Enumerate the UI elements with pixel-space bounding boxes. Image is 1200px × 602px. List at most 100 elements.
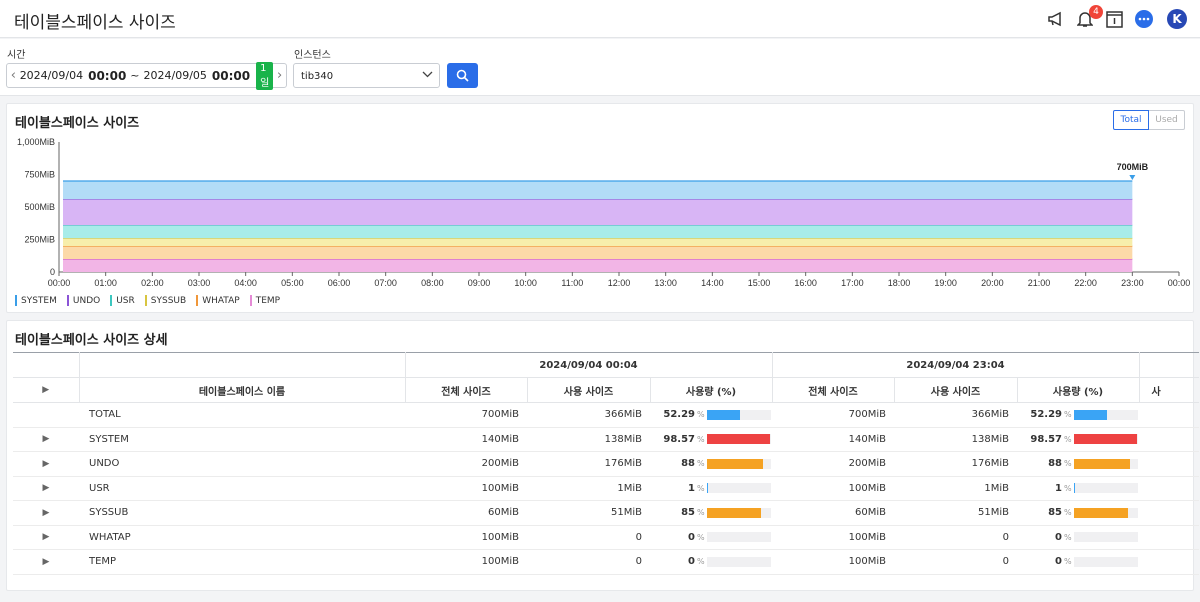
x-tick-label: 15:00 xyxy=(748,278,771,288)
tablespace-name: TOTAL xyxy=(79,402,405,428)
col-header[interactable]: 사용량 (%) xyxy=(649,377,772,403)
usage-value: 52.29 xyxy=(1030,409,1062,421)
col-header[interactable]: 전체 사이즈 xyxy=(771,377,894,403)
x-tick-label: 16:00 xyxy=(794,278,817,288)
total-size: 140MiB xyxy=(405,427,527,452)
x-tick-label: 03:00 xyxy=(188,278,211,288)
usage-bar xyxy=(1073,434,1138,445)
usage-bar-fill xyxy=(706,409,741,420)
col-header[interactable]: 사용 사이즈 xyxy=(893,377,1017,403)
overflow-cell xyxy=(1139,402,1199,428)
usage-cell: 88 % xyxy=(1017,458,1139,469)
y-tick-label: 0 xyxy=(50,267,55,277)
usage-bar xyxy=(1073,458,1138,469)
expand-row-icon[interactable]: ▶ xyxy=(13,525,79,550)
table-row[interactable]: ▶ USR 100MiB 1MiB 1 % 100MiB 1MiB 1 % xyxy=(13,476,1199,501)
used-size: 0 xyxy=(894,549,1017,575)
x-tick-label: 17:00 xyxy=(841,278,864,288)
used-size: 0 xyxy=(527,549,650,575)
time-label: 시간 xyxy=(7,50,26,61)
table-row[interactable]: ▶ SYSSUB 60MiB 51MiB 85 % 60MiB 51MiB 85… xyxy=(13,500,1199,526)
usage-value: 98.57 xyxy=(1030,433,1062,445)
expand-all-icon[interactable]: ▶ xyxy=(13,377,79,403)
instance-value: tib340 xyxy=(301,71,334,82)
percent-unit: % xyxy=(1064,434,1072,444)
usage-value: 88 xyxy=(681,458,695,470)
time-range-picker[interactable]: ‹ 2024/09/04 00:00 ~ 2024/09/05 00:00 1일… xyxy=(6,61,287,90)
percent-unit: % xyxy=(697,557,705,567)
expand-row-icon[interactable]: ▶ xyxy=(13,549,79,575)
total-size: 200MiB xyxy=(405,451,527,477)
tablespace-detail-table: 2024/09/04 00:04 2024/09/04 23:04 ▶ 테이블스… xyxy=(13,352,1199,575)
percent-unit: % xyxy=(1064,557,1072,567)
search-button[interactable] xyxy=(447,63,478,88)
x-tick-label: 19:00 xyxy=(934,278,957,288)
range-badge[interactable]: 1일 xyxy=(256,61,274,90)
group-header-empty xyxy=(78,352,405,378)
legend-item-usr[interactable]: USR xyxy=(110,295,135,306)
legend-item-temp[interactable]: TEMP xyxy=(249,295,280,306)
usage-bar xyxy=(706,556,771,567)
usage-cell: 0 % xyxy=(1017,532,1139,543)
expand-row-icon[interactable]: ▶ xyxy=(13,500,79,526)
x-tick-label: 04:00 xyxy=(234,278,257,288)
expand-row-icon[interactable]: ▶ xyxy=(13,427,79,452)
legend-item-undo[interactable]: UNDO xyxy=(66,295,100,306)
legend-item-whatap[interactable]: WHATAP xyxy=(196,295,240,306)
prev-range-icon[interactable]: ‹ xyxy=(7,68,20,83)
x-tick-label: 11:00 xyxy=(561,278,583,288)
chat-icon[interactable] xyxy=(1134,9,1154,29)
usage-value: 0 xyxy=(688,531,695,543)
usage-value: 85 xyxy=(1048,507,1062,519)
percent-unit: % xyxy=(697,434,705,444)
usage-value: 1 xyxy=(1055,482,1062,494)
legend-swatch xyxy=(196,295,199,306)
name-header[interactable]: 테이블스페이스 이름 xyxy=(78,377,405,403)
area-whatap xyxy=(63,246,1133,259)
col-header[interactable]: 사 xyxy=(1138,377,1199,403)
table-row[interactable]: ▶ WHATAP 100MiB 0 0 % 100MiB 0 0 % xyxy=(13,525,1199,550)
x-tick-label: 02:00 xyxy=(141,278,164,288)
usage-bar-fill xyxy=(706,434,770,445)
y-tick-label: 250MiB xyxy=(24,235,55,245)
table-row[interactable]: ▶ SYSTEM 140MiB 138MiB 98.57 % 140MiB 13… xyxy=(13,427,1199,452)
table-row[interactable]: ▶ TEMP 100MiB 0 0 % 100MiB 0 0 % xyxy=(13,549,1199,575)
used-size: 0 xyxy=(894,525,1017,550)
percent-unit: % xyxy=(697,459,705,469)
usage-value: 1 xyxy=(688,482,695,494)
table-row[interactable]: TOTAL 700MiB 366MiB 52.29 % 700MiB 366Mi… xyxy=(13,402,1199,428)
percent-unit: % xyxy=(1064,532,1072,542)
usage-bar-fill xyxy=(706,483,708,494)
legend-item-system[interactable]: SYSTEM xyxy=(15,295,57,306)
legend-label: WHATAP xyxy=(202,295,240,306)
group-header-start: 2024/09/04 00:04 xyxy=(404,352,772,378)
expand-row-icon[interactable]: ▶ xyxy=(13,476,79,501)
area-system xyxy=(63,181,1133,200)
overflow-cell xyxy=(1139,525,1199,550)
usage-bar-fill xyxy=(1073,409,1108,420)
total-size: 100MiB xyxy=(772,525,894,550)
next-range-icon[interactable]: › xyxy=(273,68,286,83)
table-panel: 테이블스페이스 사이즈 상세 2024/09/04 00:04 2024/09/… xyxy=(6,320,1199,591)
legend-label: USR xyxy=(116,295,135,306)
col-header[interactable]: 전체 사이즈 xyxy=(404,377,527,403)
megaphone-icon[interactable] xyxy=(1046,9,1066,29)
col-header[interactable]: 사용량 (%) xyxy=(1016,377,1139,403)
y-tick-label: 1,000MiB xyxy=(17,137,55,147)
usage-bar-fill xyxy=(1073,434,1137,445)
table-row[interactable]: ▶ UNDO 200MiB 176MiB 88 % 200MiB 176MiB … xyxy=(13,451,1199,477)
legend-item-syssub[interactable]: SYSSUB xyxy=(144,295,186,306)
x-tick-label: 14:00 xyxy=(701,278,724,288)
col-header[interactable]: 사용 사이즈 xyxy=(526,377,650,403)
instance-select[interactable]: tib340 xyxy=(293,63,440,88)
used-toggle[interactable]: Used xyxy=(1149,110,1185,130)
expand-row-icon[interactable]: ▶ xyxy=(13,451,79,477)
tablespace-name: USR xyxy=(79,476,405,501)
used-size: 1MiB xyxy=(527,476,650,501)
total-size: 140MiB xyxy=(772,427,894,452)
avatar[interactable]: K xyxy=(1167,9,1187,29)
info-panel-icon[interactable] xyxy=(1104,9,1124,29)
usage-bar xyxy=(1073,556,1138,567)
total-toggle[interactable]: Total xyxy=(1113,110,1149,130)
percent-unit: % xyxy=(1064,483,1072,493)
